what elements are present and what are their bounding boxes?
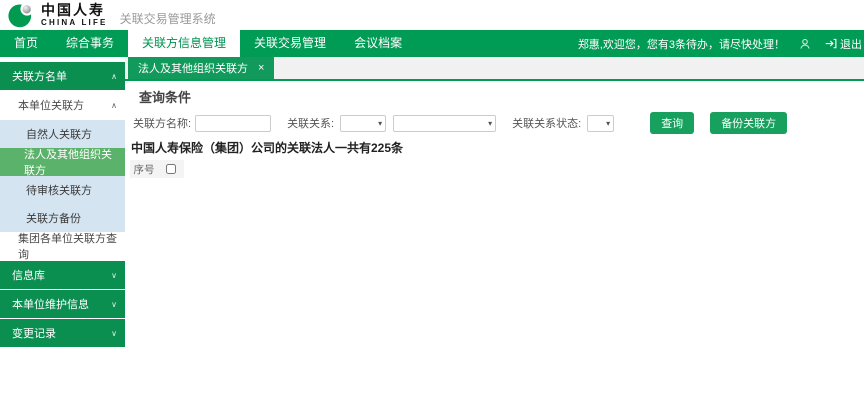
tab-strip: 法人及其他组织关联方 × bbox=[125, 57, 864, 81]
sidebar-item-8[interactable]: 本单位维护信息∨ bbox=[0, 290, 125, 318]
nav-item-0[interactable]: 首页 bbox=[0, 30, 52, 57]
relation-select-2[interactable]: ▾ bbox=[393, 115, 496, 132]
tab-label: 法人及其他组织关联方 bbox=[138, 60, 248, 76]
nav-item-2[interactable]: 关联方信息管理 bbox=[128, 30, 240, 57]
sidebar-item-4[interactable]: 待审核关联方 bbox=[0, 176, 125, 204]
china-life-logo-icon bbox=[8, 2, 34, 28]
brand-name-cn: 中国人寿 bbox=[41, 3, 108, 17]
sidebar-item-label: 法人及其他组织关联方 bbox=[24, 146, 117, 178]
col-header-1 bbox=[158, 160, 184, 178]
sidebar-item-label: 信息库 bbox=[12, 267, 111, 283]
main-content: 法人及其他组织关联方 × 查询条件 关联方名称: 关联关系: ▾ ▾ 关联关系状… bbox=[125, 57, 864, 403]
tab-legal-person-related-parties[interactable]: 法人及其他组织关联方 × bbox=[128, 57, 274, 79]
relation-status-label: 关联关系状态: bbox=[512, 115, 581, 131]
chevron-down-icon: ∨ bbox=[111, 271, 117, 280]
user-icon[interactable] bbox=[799, 38, 811, 50]
sidebar-item-label: 自然人关联方 bbox=[26, 126, 117, 142]
search-button[interactable]: 查询 bbox=[650, 112, 694, 134]
sidebar-item-label: 集团各单位关联方查询 bbox=[18, 230, 117, 262]
sidebar-item-label: 本单位关联方 bbox=[18, 97, 111, 113]
col-header-0: 序号 bbox=[130, 160, 158, 178]
sidebar-item-3[interactable]: 法人及其他组织关联方 bbox=[0, 148, 125, 176]
chevron-up-icon: ∧ bbox=[111, 101, 117, 110]
nav-item-1[interactable]: 综合事务 bbox=[52, 30, 128, 57]
sidebar-item-label: 本单位维护信息 bbox=[12, 296, 111, 312]
sidebar-item-6[interactable]: 集团各单位关联方查询 bbox=[0, 232, 125, 260]
table-header: 序号 bbox=[130, 160, 864, 178]
backup-related-party-button[interactable]: 备份关联方 bbox=[710, 112, 787, 134]
result-summary: 中国人寿保险（集团）公司的关联法人一共有225条 bbox=[125, 138, 864, 160]
logout-button[interactable]: 退出 bbox=[825, 36, 862, 52]
brand-name-en: CHINA LIFE bbox=[41, 19, 108, 27]
sidebar-item-0[interactable]: 关联方名单∧ bbox=[0, 62, 125, 90]
nav-item-4[interactable]: 会议档案 bbox=[340, 30, 416, 57]
query-form: 关联方名称: 关联关系: ▾ ▾ 关联关系状态: ▾ 查询 备份关联方 bbox=[125, 110, 864, 138]
nav-right: 郑惠,欢迎您，您有3条待办，请尽快处理！ 退出 bbox=[578, 30, 864, 57]
chevron-down-icon: ∨ bbox=[111, 300, 117, 309]
nav-item-3[interactable]: 关联交易管理 bbox=[240, 30, 340, 57]
tab-close-icon[interactable]: × bbox=[258, 62, 264, 74]
sidebar-item-label: 待审核关联方 bbox=[26, 182, 117, 198]
sidebar-item-label: 变更记录 bbox=[12, 325, 111, 341]
query-section-title: 查询条件 bbox=[125, 81, 864, 110]
sidebar-item-5[interactable]: 关联方备份 bbox=[0, 204, 125, 232]
main-nav: 首页综合事务关联方信息管理关联交易管理会议档案 郑惠,欢迎您，您有3条待办，请尽… bbox=[0, 30, 864, 57]
relation-label: 关联关系: bbox=[287, 115, 334, 131]
sidebar-item-label: 关联方备份 bbox=[26, 210, 117, 226]
related-parties-table: 序号 bbox=[130, 160, 864, 178]
party-name-input[interactable] bbox=[195, 115, 271, 132]
system-title: 关联交易管理系统 bbox=[120, 10, 216, 30]
chevron-down-icon: ▾ bbox=[378, 119, 382, 128]
sidebar-item-1[interactable]: 本单位关联方∧ bbox=[0, 91, 125, 119]
brand-text: 中国人寿 CHINA LIFE bbox=[41, 3, 108, 27]
select-all-checkbox[interactable] bbox=[166, 164, 176, 174]
sidebar-item-2[interactable]: 自然人关联方 bbox=[0, 120, 125, 148]
chevron-down-icon: ▾ bbox=[488, 119, 492, 128]
sidebar-item-label: 关联方名单 bbox=[12, 68, 111, 84]
relation-status-select[interactable]: ▾ bbox=[587, 115, 614, 132]
chevron-down-icon: ∨ bbox=[111, 329, 117, 338]
sidebar-item-9[interactable]: 变更记录∨ bbox=[0, 319, 125, 347]
top-brand-bar: 中国人寿 CHINA LIFE 关联交易管理系统 bbox=[0, 0, 864, 30]
logout-icon bbox=[825, 38, 837, 49]
chevron-down-icon: ▾ bbox=[606, 119, 610, 128]
logout-label: 退出 bbox=[840, 36, 862, 52]
party-name-label: 关联方名称: bbox=[133, 115, 191, 131]
chevron-up-icon: ∧ bbox=[111, 72, 117, 81]
sidebar-item-7[interactable]: 信息库∨ bbox=[0, 261, 125, 289]
welcome-message: 郑惠,欢迎您，您有3条待办，请尽快处理！ bbox=[578, 36, 785, 52]
relation-select-1[interactable]: ▾ bbox=[340, 115, 386, 132]
sidebar-menu: 关联方名单∧本单位关联方∧自然人关联方法人及其他组织关联方待审核关联方关联方备份… bbox=[0, 57, 125, 403]
